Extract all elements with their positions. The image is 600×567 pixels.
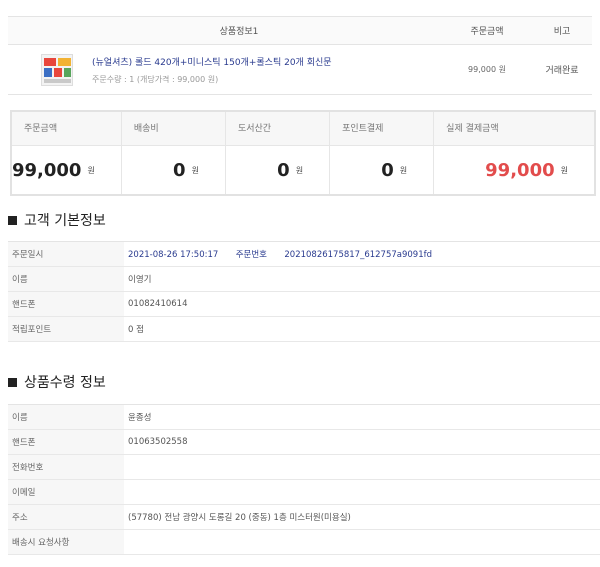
info-label: 이메일 [8, 480, 124, 504]
shipping-section-title: 상품수령 정보 [8, 372, 106, 392]
info-label: 전화번호 [8, 455, 124, 479]
product-name-link[interactable]: (뉴얼셔츠) 롤드 420개+미니스틱 150개+롤스틱 20개 회신문 [92, 55, 442, 68]
summary-label: 배송비 [121, 112, 225, 146]
info-label: 주문일시 [8, 242, 124, 266]
order-number[interactable]: 20210826175817_612757a9091fd [284, 250, 432, 260]
summary-label: 주문금액 [12, 112, 121, 146]
info-label: 핸드폰 [8, 430, 124, 454]
summary-value: 0 원 [226, 146, 329, 194]
product-thumbnail[interactable] [41, 53, 73, 86]
summary-value: 0 원 [330, 146, 433, 194]
info-row-name: 이름 이영기 [8, 267, 600, 292]
info-label: 이름 [8, 267, 124, 291]
customer-phone: 01082410614 [128, 299, 188, 309]
summary-value: 0 원 [122, 146, 225, 194]
product-option: 주문수량 : 1 (개당가격 : 99,000 원) [92, 74, 219, 84]
product-amount: 99,000 원 [468, 65, 506, 74]
summary-unit: 원 [560, 165, 568, 175]
summary-total-payment: 실제 결제금액 99,000 원 [434, 112, 594, 194]
header-etc: 비고 [553, 27, 571, 37]
customer-points: 0 점 [128, 325, 144, 335]
customer-info-table: 주문일시 2021-08-26 17:50:17 주문번호 2021082617… [8, 241, 600, 342]
summary-label: 포인트결제 [330, 112, 434, 146]
summary-unit: 원 [399, 165, 408, 175]
square-bullet-icon [8, 377, 17, 387]
header-product: 상품정보1 [219, 27, 259, 37]
section-title-text: 고객 기본정보 [24, 213, 106, 229]
header-amount: 주문금액 [470, 27, 504, 37]
summary-point-payment: 포인트결제 0 원 [330, 112, 435, 194]
summary-number: 99,000 [12, 159, 82, 181]
summary-number: 0 [277, 159, 290, 181]
info-value: 2021-08-26 17:50:17 주문번호 20210826175817_… [124, 248, 600, 260]
shipping-info-table: 이름 윤종성 핸드폰 01063502558 전화번호 이메일 주소 (5778… [8, 404, 600, 555]
summary-value: 99,000 원 [12, 146, 121, 194]
info-label: 이름 [8, 405, 124, 429]
info-row-receiver-tel: 전화번호 [8, 455, 600, 480]
summary-unit: 원 [191, 165, 199, 175]
payment-summary: 주문금액 99,000 원 배송비 0 원 도서산간 0 원 포인트결제 0 원… [10, 110, 596, 196]
customer-section-title: 고객 기본정보 [8, 210, 106, 230]
summary-shipping-fee: 배송비 0 원 [121, 112, 226, 194]
info-label: 주소 [8, 505, 124, 529]
info-label: 배송시 요청사항 [8, 530, 124, 554]
summary-unit: 원 [295, 165, 304, 175]
order-item-row: (뉴얼셔츠) 롤드 420개+미니스틱 150개+롤스틱 20개 회신문 주문수… [8, 45, 592, 95]
summary-remote-area-fee: 도서산간 0 원 [225, 112, 331, 194]
order-status: 거래완료 [545, 66, 579, 76]
info-row-receiver-address: 주소 (57780) 전남 광양시 도롱길 20 (중동) 1층 미스터원(미용… [8, 505, 600, 530]
summary-label: 도서산간 [225, 112, 330, 146]
order-table-header: 상품정보1 주문금액 비고 [8, 17, 592, 45]
order-product-table: 상품정보1 주문금액 비고 (뉴얼셔츠) 롤드 420개+미니스틱 150개+롤… [8, 16, 592, 95]
summary-unit: 원 [87, 165, 95, 175]
receiver-address: (57780) 전남 광양시 도롱길 20 (중동) 1층 미스터원(미용실) [128, 513, 351, 523]
info-label: 핸드폰 [8, 292, 124, 316]
square-bullet-icon [8, 215, 17, 225]
product-info: (뉴얼셔츠) 롤드 420개+미니스틱 150개+롤스틱 20개 회신문 주문수… [78, 55, 442, 85]
info-row-delivery-request: 배송시 요청사항 [8, 530, 600, 555]
receiver-phone: 01063502558 [128, 437, 188, 447]
info-row-phone: 핸드폰 01082410614 [8, 292, 600, 317]
section-title-text: 상품수령 정보 [24, 375, 106, 391]
info-row-receiver-phone: 핸드폰 01063502558 [8, 430, 600, 455]
summary-total-number: 99,000 [485, 159, 555, 181]
customer-name: 이영기 [128, 275, 152, 285]
info-row-receiver-name: 이름 윤종성 [8, 405, 600, 430]
info-row-order-datetime: 주문일시 2021-08-26 17:50:17 주문번호 2021082617… [8, 242, 600, 267]
info-label: 적립포인트 [8, 317, 124, 341]
product-thumbnail-cell [36, 53, 78, 86]
summary-number: 0 [381, 159, 394, 181]
summary-value: 99,000 원 [434, 146, 594, 194]
order-number-label: 주문번호 [235, 250, 267, 260]
receiver-name: 윤종성 [128, 413, 152, 423]
order-datetime: 2021-08-26 17:50:17 [128, 250, 219, 260]
info-row-receiver-email: 이메일 [8, 480, 600, 505]
summary-number: 0 [173, 159, 186, 181]
info-row-points: 적립포인트 0 점 [8, 317, 600, 342]
summary-label: 실제 결제금액 [434, 112, 594, 146]
summary-order-amount: 주문금액 99,000 원 [12, 112, 122, 194]
